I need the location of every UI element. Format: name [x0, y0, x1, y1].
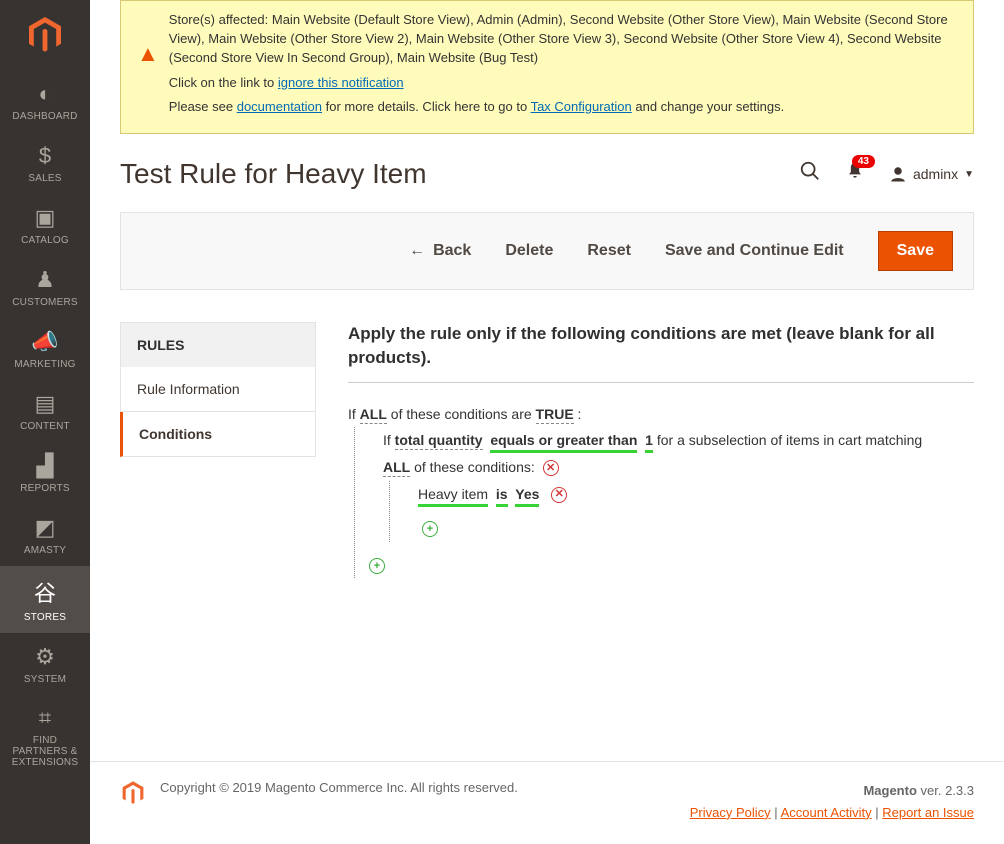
nav-label: FIND PARTNERS & EXTENSIONS: [4, 735, 86, 768]
rules-tabs: RULES Rule Information Conditions: [120, 322, 316, 578]
save-button[interactable]: Save: [878, 231, 953, 271]
nav-system[interactable]: ⚙ SYSTEM: [0, 633, 90, 695]
notif-ignore-line: Click on the link to ignore this notific…: [169, 74, 957, 93]
amasty-icon: ◩: [35, 515, 56, 541]
product-name: Magento: [863, 783, 916, 798]
store-icon: ⾕: [34, 576, 56, 608]
copyright-text: Copyright © 2019 Magento Commerce Inc. A…: [160, 780, 518, 795]
tab-rule-information[interactable]: Rule Information: [120, 367, 316, 412]
val-yes[interactable]: Yes: [515, 486, 539, 502]
tax-configuration-link[interactable]: Tax Configuration: [531, 99, 632, 114]
warning-notification: ▲ Store(s) affected: Main Website (Defau…: [120, 0, 974, 134]
add-condition-icon[interactable]: +: [369, 558, 385, 574]
back-button[interactable]: ← Back: [409, 242, 471, 260]
ignore-notification-link[interactable]: ignore this notification: [278, 75, 404, 90]
user-icon: [889, 165, 907, 183]
add-condition-icon[interactable]: +: [422, 521, 438, 537]
delete-button[interactable]: Delete: [505, 242, 553, 260]
attr-heavy-item[interactable]: Heavy item: [418, 486, 488, 507]
aggregator-all[interactable]: ALL: [360, 406, 387, 424]
condition-heavy-item: Heavy item is Yes ✕: [418, 481, 974, 508]
bars-icon: ▟: [37, 453, 54, 479]
chevron-down-icon: ▼: [964, 169, 974, 180]
nav-label: CONTENT: [20, 421, 70, 432]
nav-label: CUSTOMERS: [12, 297, 78, 308]
magento-logo[interactable]: [0, 0, 90, 70]
person-icon: ♟: [35, 267, 55, 293]
gauge-icon: ◐: [38, 81, 51, 107]
subselect-operator: equals or greater than: [490, 432, 637, 453]
layout-icon: ▤: [35, 391, 56, 417]
dollar-icon: $: [39, 143, 51, 169]
warning-icon: ▲: [137, 11, 159, 117]
nav-label: SYSTEM: [24, 674, 66, 685]
condition-root: If ALL of these conditions are TRUE :: [348, 401, 974, 428]
arrow-left-icon: ←: [409, 242, 425, 260]
report-issue-link[interactable]: Report an Issue: [882, 805, 974, 820]
puzzle-icon: ⌗: [39, 705, 51, 731]
nav-label: REPORTS: [20, 483, 70, 494]
privacy-policy-link[interactable]: Privacy Policy: [690, 805, 771, 820]
user-menu[interactable]: adminx ▼: [889, 165, 974, 183]
nav-label: CATALOG: [21, 235, 69, 246]
admin-sidebar: ◐ DASHBOARD $ SALES ▣ CATALOG ♟ CUSTOMERS 📣 M…: [0, 0, 90, 844]
nav-catalog[interactable]: ▣ CATALOG: [0, 194, 90, 256]
nav-partners[interactable]: ⌗ FIND PARTNERS & EXTENSIONS: [0, 695, 90, 778]
page-footer: Copyright © 2019 Magento Commerce Inc. A…: [90, 761, 1004, 844]
remove-condition-icon[interactable]: ✕: [543, 460, 559, 476]
action-toolbar: ← Back Delete Reset Save and Continue Ed…: [120, 212, 974, 290]
magento-logo-footer: [120, 780, 146, 809]
save-continue-button[interactable]: Save and Continue Edit: [665, 242, 844, 260]
username: adminx: [913, 166, 958, 182]
nav-label: AMASTY: [24, 545, 66, 556]
condition-subselect: If total quantity equals or greater than…: [383, 427, 974, 454]
subselect-attribute[interactable]: total quantity: [395, 432, 483, 450]
remove-condition-icon[interactable]: ✕: [551, 487, 567, 503]
nav-customers[interactable]: ♟ CUSTOMERS: [0, 256, 90, 318]
box-icon: ▣: [35, 205, 56, 231]
nav-marketing[interactable]: 📣 MARKETING: [0, 318, 90, 380]
nav-content[interactable]: ▤ CONTENT: [0, 380, 90, 442]
nav-dashboard[interactable]: ◐ DASHBOARD: [0, 70, 90, 132]
nav-label: SALES: [28, 173, 61, 184]
nav-label: MARKETING: [14, 359, 75, 370]
nav-label: DASHBOARD: [12, 111, 77, 122]
notifications-badge: 43: [852, 155, 875, 168]
tabs-heading: RULES: [120, 322, 316, 367]
subselect-aggregator[interactable]: ALL: [383, 459, 410, 477]
nav-reports[interactable]: ▟ REPORTS: [0, 442, 90, 504]
nav-amasty[interactable]: ◩ AMASTY: [0, 504, 90, 566]
tab-conditions[interactable]: Conditions: [120, 412, 316, 457]
account-activity-link[interactable]: Account Activity: [781, 805, 872, 820]
gear-icon: ⚙: [35, 644, 55, 670]
page-title: Test Rule for Heavy Item: [120, 158, 427, 190]
notifications-icon[interactable]: 43: [845, 161, 865, 187]
search-icon[interactable]: [799, 160, 821, 188]
reset-button[interactable]: Reset: [587, 242, 631, 260]
op-is[interactable]: is: [496, 486, 508, 502]
nav-sales[interactable]: $ SALES: [0, 132, 90, 194]
subselect-value: 1: [645, 432, 653, 453]
notif-docs-line: Please see documentation for more detail…: [169, 98, 957, 117]
documentation-link[interactable]: documentation: [237, 99, 322, 114]
nav-label: STORES: [24, 612, 66, 623]
version-text: ver. 2.3.3: [917, 783, 974, 798]
aggregator-value[interactable]: TRUE: [536, 406, 574, 424]
nav-stores[interactable]: ⾕ STORES: [0, 566, 90, 633]
conditions-panel-title: Apply the rule only if the following con…: [348, 322, 974, 383]
megaphone-icon: 📣: [31, 329, 58, 355]
notif-stores-text: Store(s) affected: Main Website (Default…: [169, 11, 957, 68]
